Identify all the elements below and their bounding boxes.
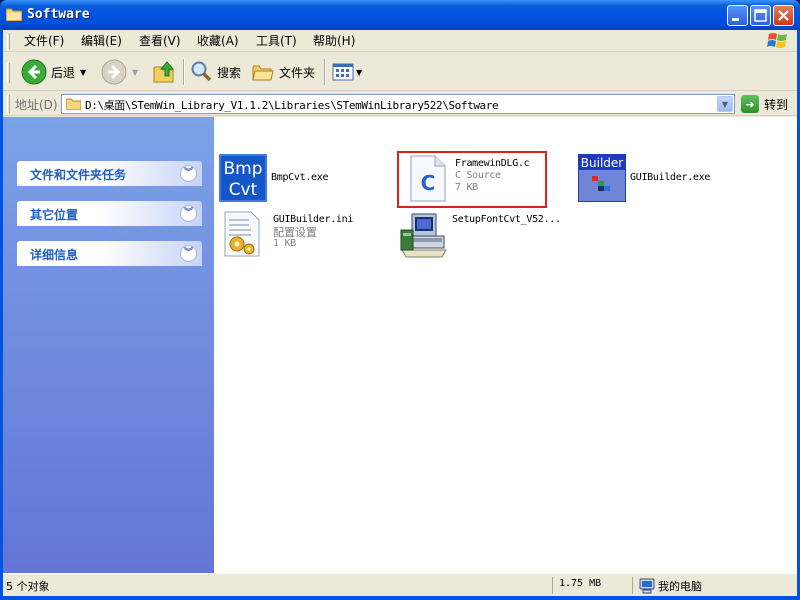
up-folder-icon [153, 61, 175, 83]
folder-icon [6, 8, 22, 21]
toolbar-separator [183, 59, 185, 85]
panel-details[interactable]: 详细信息 ︾ [17, 241, 202, 266]
minimize-button[interactable] [727, 5, 748, 26]
panel-title: 文件和文件夹任务 [30, 168, 127, 182]
guibuilder-app-icon: Builder [578, 154, 626, 202]
file-size: 1 KB [273, 238, 296, 249]
toolbar-grip[interactable] [7, 63, 10, 83]
search-icon [191, 61, 212, 82]
maximize-button[interactable] [750, 5, 771, 26]
folders-icon [252, 65, 274, 81]
toolbar-separator [324, 59, 326, 85]
folders-button[interactable]: 文件夹 [251, 57, 315, 87]
menu-tools[interactable]: 工具(T) [252, 33, 301, 49]
panel-other-places[interactable]: 其它位置 ︾ [17, 201, 202, 226]
my-computer-icon [639, 578, 655, 594]
file-item-guibuilder-exe[interactable]: Builder GUIBuilder.exe [578, 154, 748, 210]
menu-file[interactable]: 文件(F) [20, 33, 68, 49]
task-pane: 文件和文件夹任务 ︾ 其它位置 ︾ 详细信息 ︾ [3, 117, 214, 573]
file-item-guibuilder-ini[interactable]: GUIBuilder.ini 配置设置 1 KB [221, 210, 391, 266]
views-icon [332, 63, 354, 81]
address-grip[interactable] [7, 95, 10, 113]
bmpcvt-icon-text: Bmp [223, 159, 262, 179]
file-item-setupfontcvt[interactable]: SetupFontCvt_V52... [400, 210, 590, 266]
forward-arrow-icon [101, 59, 127, 85]
file-list-view[interactable]: Bmp Cvt BmpCvt.exe C FramewinDLG.c C Sou… [214, 117, 797, 573]
back-dropdown-icon[interactable]: ▼ [80, 68, 86, 77]
menu-favorites[interactable]: 收藏(A) [193, 33, 243, 49]
chevron-down-icon[interactable]: ︾ [180, 205, 197, 222]
file-name: SetupFontCvt_V52... [452, 214, 561, 225]
status-bar: 5 个对象 1.75 MB 我的电脑 [3, 573, 797, 596]
address-dropdown-icon[interactable]: ▼ [717, 96, 733, 112]
go-button[interactable]: ➜ 转到 [741, 95, 788, 113]
status-divider [552, 577, 553, 594]
panel-title: 详细信息 [30, 248, 79, 262]
go-label: 转到 [764, 97, 789, 112]
folders-label: 文件夹 [279, 65, 316, 80]
menu-view[interactable]: 查看(V) [135, 33, 185, 49]
window-client: 文件(F) 编辑(E) 查看(V) 收藏(A) 工具(T) 帮助(H) 后退 ▼… [3, 30, 797, 596]
address-input[interactable]: D:\桌面\STemWin_Library_V1.1.2\Libraries\S… [61, 94, 735, 114]
bmpcvt-icon-text: Cvt [229, 180, 258, 200]
guibuilder-icon-text: Builder [581, 156, 624, 170]
back-arrow-icon [21, 59, 47, 85]
close-icon [778, 10, 789, 21]
go-arrow-icon: ➜ [741, 95, 759, 113]
window-title: Software [27, 7, 90, 22]
explorer-window: Software 文件(F) 编辑(E) 查看(V) 收藏(A) 工具(T) 帮… [0, 0, 800, 600]
chevron-down-icon[interactable]: ︾ [180, 245, 197, 262]
standard-toolbar: 后退 ▼ ▼ 搜索 文件夹 ▼ [3, 53, 797, 91]
forward-button[interactable]: ▼ [101, 57, 138, 87]
file-name: GUIBuilder.exe [630, 172, 711, 183]
address-path: D:\桌面\STemWin_Library_V1.1.2\Libraries\S… [85, 99, 499, 112]
windows-logo-icon [767, 33, 787, 48]
selection-highlight [397, 151, 547, 208]
forward-dropdown-icon[interactable]: ▼ [132, 68, 138, 77]
address-label: 地址(D) [15, 98, 58, 112]
setup-installer-icon [400, 213, 447, 258]
bmpcvt-app-icon: Bmp Cvt [219, 154, 267, 202]
menu-grip[interactable] [7, 33, 10, 49]
title-bar[interactable]: Software [0, 0, 800, 30]
address-bar: 地址(D) D:\桌面\STemWin_Library_V1.1.2\Libra… [3, 92, 797, 116]
search-button[interactable]: 搜索 [189, 57, 241, 87]
file-item-bmpcvt[interactable]: Bmp Cvt BmpCvt.exe [219, 154, 389, 210]
folder-icon [66, 98, 81, 110]
minimize-icon [732, 18, 739, 21]
back-button[interactable]: 后退 ▼ [21, 57, 86, 87]
up-folder-button[interactable] [151, 57, 177, 87]
status-location: 我的电脑 [658, 580, 702, 593]
close-button[interactable] [773, 5, 794, 26]
menu-help[interactable]: 帮助(H) [309, 33, 359, 49]
file-name: BmpCvt.exe [271, 172, 329, 183]
menu-edit[interactable]: 编辑(E) [77, 33, 126, 49]
status-size: 1.75 MB [559, 578, 602, 589]
status-object-count: 5 个对象 [6, 580, 50, 593]
back-label: 后退 [51, 65, 76, 80]
menu-bar: 文件(F) 编辑(E) 查看(V) 收藏(A) 工具(T) 帮助(H) [3, 30, 797, 52]
status-divider [632, 577, 633, 594]
views-dropdown-icon[interactable]: ▼ [356, 68, 362, 77]
ini-config-file-icon [224, 211, 260, 257]
views-button[interactable]: ▼ [331, 57, 362, 87]
panel-title: 其它位置 [30, 208, 79, 222]
maximize-icon [754, 9, 767, 22]
search-label: 搜索 [217, 65, 242, 80]
chevron-down-icon[interactable]: ︾ [180, 165, 197, 182]
panel-file-folder-tasks[interactable]: 文件和文件夹任务 ︾ [17, 161, 202, 186]
